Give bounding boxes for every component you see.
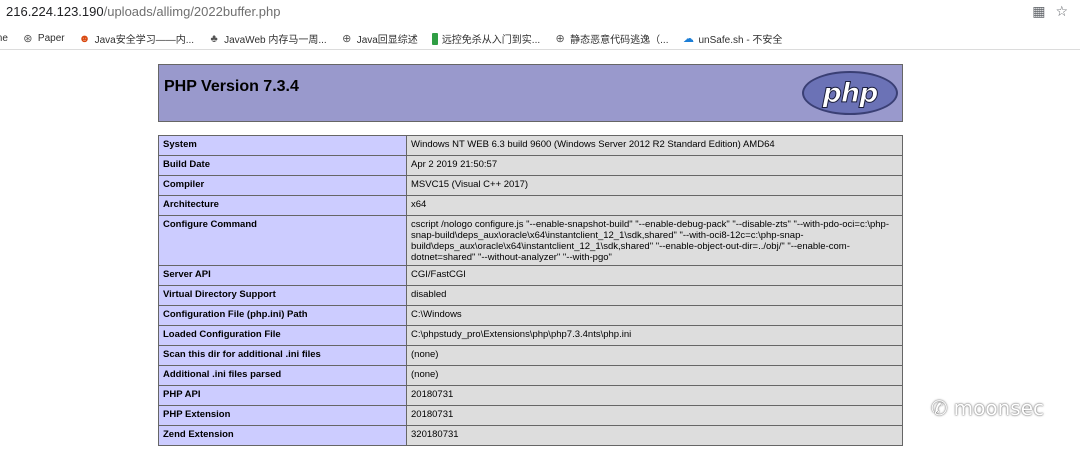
table-row: Scan this dir for additional .ini files(… <box>158 345 903 366</box>
row-value: disabled <box>406 285 903 306</box>
table-row: Zend Extension 320180731 <box>158 425 903 446</box>
bookmarks-bar: me ⊛ Paper ☻ Java安全学习——内... ♣ JavaWeb 内存… <box>0 28 1080 50</box>
row-key: Configure Command <box>158 215 407 266</box>
url-text[interactable]: 216.224.123.190/uploads/allimg/2022buffe… <box>6 4 280 19</box>
row-value: (none) <box>406 365 903 386</box>
row-value: 20180731 <box>406 385 903 406</box>
bookmark-item[interactable]: me <box>0 33 8 44</box>
row-key: Compiler <box>158 175 407 196</box>
table-row: PHP Extension 20180731 <box>158 405 903 426</box>
table-row: Configuration File (php.ini) Path C:\Wind… <box>158 305 903 326</box>
php-version-header: PHP Version 7.3.4 php <box>158 64 903 122</box>
table-row: Configure Command cscript /nologo configu… <box>158 215 903 266</box>
table-row: System Windows NT WEB 6.3 build 9600 (Win… <box>158 135 903 156</box>
php-logo-icon[interactable]: php <box>802 71 898 115</box>
address-bar[interactable]: 216.224.123.190/uploads/allimg/2022buffe… <box>0 0 1080 26</box>
row-value: cscript /nologo configure.js "--enable-s… <box>406 215 903 266</box>
row-value: 20180731 <box>406 405 903 426</box>
tree-icon: ♣ <box>210 32 218 45</box>
row-key: Loaded Configuration File <box>158 325 407 346</box>
bookmark-label: JavaWeb 内存马一周... <box>224 35 327 46</box>
globe-icon: ⊕ <box>555 32 565 45</box>
bookmark-star-icon[interactable]: ☆ <box>1055 3 1068 21</box>
bookmark-label: me <box>0 33 8 44</box>
table-row: Loaded Configuration File C:\phpstudy_pro… <box>158 325 903 346</box>
bookmark-label: Java安全学习——内... <box>94 35 195 46</box>
row-key: Additional .ini files parsed <box>158 365 407 386</box>
row-value: C:\Windows <box>406 305 903 326</box>
row-value: x64 <box>406 195 903 216</box>
table-row: Server API CGI/FastCGI <box>158 265 903 286</box>
php-info-table: System Windows NT WEB 6.3 build 9600 (Win… <box>158 135 903 446</box>
bookmark-label: Java回显综述 <box>356 35 418 46</box>
row-key: Server API <box>158 265 407 286</box>
table-row: Additional .ini files parsed (none) <box>158 365 903 386</box>
bookmark-label: 远控免杀从入门到实... <box>441 35 541 46</box>
qr-code-icon[interactable]: ▦ <box>1032 3 1045 21</box>
globe-icon: ⊕ <box>342 32 352 45</box>
url-path: /uploads/allimg/2022buffer.php <box>103 4 281 19</box>
mascot-icon: ☻ <box>78 32 91 45</box>
watermark: ✆ moonsec <box>931 396 1044 420</box>
row-key: Scan this dir for additional .ini files <box>158 345 407 366</box>
table-row: Architecture x64 <box>158 195 903 216</box>
table-row: Virtual Directory Support disabled <box>158 285 903 306</box>
bookmark-label: unSafe.sh - 不安全 <box>698 35 783 46</box>
bookmark-item[interactable]: 远控免杀从入门到实... <box>431 31 541 46</box>
bookmark-label: Paper <box>37 33 65 44</box>
row-value: Apr 2 2019 21:50:57 <box>406 155 903 176</box>
bookmark-label: 静态恶意代码逃逸（... <box>570 35 669 46</box>
bookmark-item[interactable]: ♣ JavaWeb 内存马一周... <box>208 31 327 47</box>
table-row: Compiler MSVC15 (Visual C++ 2017) <box>158 175 903 196</box>
row-key: Build Date <box>158 155 407 176</box>
wechat-icon: ✆ <box>930 396 948 420</box>
row-key: PHP Extension <box>158 405 407 426</box>
row-key: Zend Extension <box>158 425 407 446</box>
row-key: System <box>158 135 407 156</box>
row-value: Windows NT WEB 6.3 build 9600 (Windows S… <box>406 135 903 156</box>
url-host: 216.224.123.190 <box>6 4 104 19</box>
row-key: Architecture <box>158 195 407 216</box>
bookmark-item[interactable]: ⊛ Paper <box>22 32 65 45</box>
bookmark-item[interactable]: ☻ Java安全学习——内... <box>78 31 195 47</box>
bookmark-item[interactable]: ⊕ 静态恶意代码逃逸（... <box>554 31 669 47</box>
row-key: PHP API <box>158 385 407 406</box>
logo-text: php <box>822 77 879 109</box>
row-value: C:\phpstudy_pro\Extensions\php\php7.3.4n… <box>406 325 903 346</box>
green-bar-icon <box>431 32 438 45</box>
cloud-icon: ☁ <box>683 32 694 45</box>
row-key: Virtual Directory Support <box>158 285 407 306</box>
page-title: PHP Version 7.3.4 <box>164 78 299 95</box>
watermark-text: moonsec <box>953 396 1044 420</box>
row-key: Configuration File (php.ini) Path <box>158 305 407 326</box>
page-content: PHP Version 7.3.4 php System Windows NT W… <box>0 51 1080 458</box>
bookmark-item[interactable]: ⊕ Java回显综述 <box>341 31 418 47</box>
row-value: 320180731 <box>406 425 903 446</box>
row-value: MSVC15 (Visual C++ 2017) <box>406 175 903 196</box>
globe-icon: ⊛ <box>23 32 33 45</box>
bookmark-item[interactable]: ☁ unSafe.sh - 不安全 <box>683 31 783 47</box>
row-value: CGI/FastCGI <box>406 265 903 286</box>
row-value: (none) <box>406 345 903 366</box>
table-row: Build Date Apr 2 2019 21:50:57 <box>158 155 903 176</box>
table-row: PHP API 20180731 <box>158 385 903 406</box>
